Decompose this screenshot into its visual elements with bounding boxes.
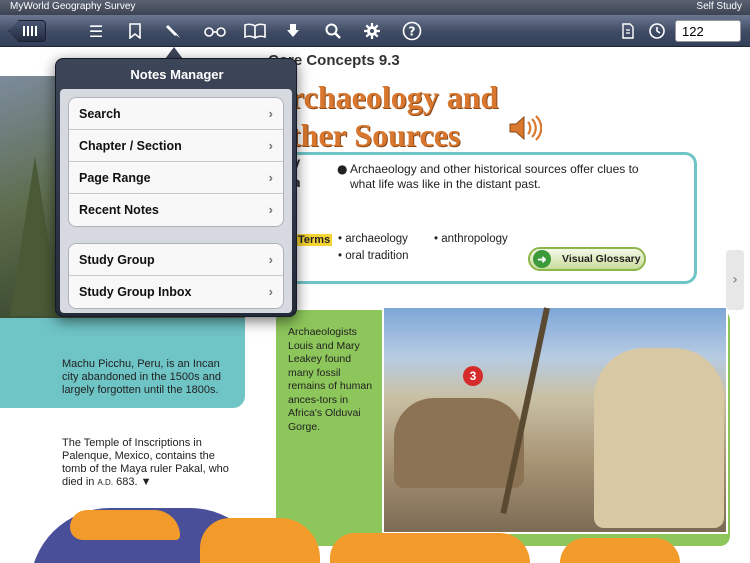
page-title: rchaeology and ther Sources xyxy=(290,79,499,153)
bookmark-icon[interactable] xyxy=(123,19,147,43)
main-idea-text: Archaeology and other historical sources… xyxy=(350,162,639,191)
study-group-item[interactable]: Study Group › xyxy=(69,244,283,276)
library-icon xyxy=(23,26,39,36)
study-group-inbox-item[interactable]: Study Group Inbox › xyxy=(69,276,283,308)
key-terms-label: Terms xyxy=(296,234,333,246)
chevron-right-icon: › xyxy=(268,202,273,217)
chevron-right-icon: › xyxy=(268,170,273,185)
notes-chapter-section-item[interactable]: Chapter / Section › xyxy=(69,130,283,162)
speaker-icon[interactable] xyxy=(508,114,543,148)
app-name: MyWorld Geography Survey xyxy=(10,1,136,12)
page-icon[interactable] xyxy=(616,19,640,43)
svg-text:?: ? xyxy=(409,25,416,39)
term-archaeology[interactable]: • archaeology xyxy=(338,233,408,245)
list-icon[interactable]: ☰ xyxy=(84,19,108,43)
caption-machu-picchu: Machu Picchu, Peru, is an Incan city aba… xyxy=(62,358,222,396)
chevron-right-icon: › xyxy=(268,284,273,299)
notes-search-item[interactable]: Search › xyxy=(69,98,283,130)
world-map-graphic xyxy=(0,488,750,563)
search-icon[interactable] xyxy=(321,19,345,43)
visual-glossary-button[interactable]: ➜ Visual Glossary xyxy=(528,247,646,271)
library-back-button[interactable] xyxy=(8,20,46,42)
page-number-input[interactable] xyxy=(675,20,741,42)
help-icon[interactable]: ? xyxy=(400,19,424,43)
next-page-button[interactable]: › xyxy=(726,250,744,310)
mode-label[interactable]: Self Study xyxy=(696,1,742,12)
hotspot-badge[interactable]: 3 xyxy=(463,366,483,386)
chevron-right-icon: › xyxy=(268,252,273,267)
term-oral-tradition[interactable]: • oral tradition xyxy=(338,250,409,262)
download-icon[interactable] xyxy=(281,19,305,43)
chevron-right-icon: › xyxy=(268,106,273,121)
notes-recent-item[interactable]: Recent Notes › xyxy=(69,194,283,226)
study-group-group: Study Group › Study Group Inbox › xyxy=(68,243,284,309)
bullet-icon: ● xyxy=(337,162,348,176)
popover-title: Notes Manager xyxy=(130,67,224,82)
chevron-right-icon: › xyxy=(268,138,273,153)
term-anthropology[interactable]: • anthropology xyxy=(434,233,508,245)
notes-manager-popover: Notes Manager Search › Chapter / Section ›… xyxy=(55,58,297,317)
toolbar: ☰ ? xyxy=(0,15,750,47)
status-bar: MyWorld Geography Survey Self Study xyxy=(0,0,750,15)
notes-page-range-item[interactable]: Page Range › xyxy=(69,162,283,194)
history-icon[interactable] xyxy=(645,19,669,43)
caption-temple: The Temple of Inscriptions in Palenque, … xyxy=(62,437,229,488)
pen-icon[interactable] xyxy=(162,19,186,43)
gear-icon[interactable] xyxy=(360,19,384,43)
caption-leakey: Archaeologists Louis and Mary Leakey fou… xyxy=(288,326,373,433)
arrow-right-icon: ➜ xyxy=(533,250,551,268)
book-icon[interactable] xyxy=(241,19,269,43)
notes-filter-group: Search › Chapter / Section › Page Range › R… xyxy=(68,97,284,227)
glasses-icon[interactable] xyxy=(201,19,229,43)
